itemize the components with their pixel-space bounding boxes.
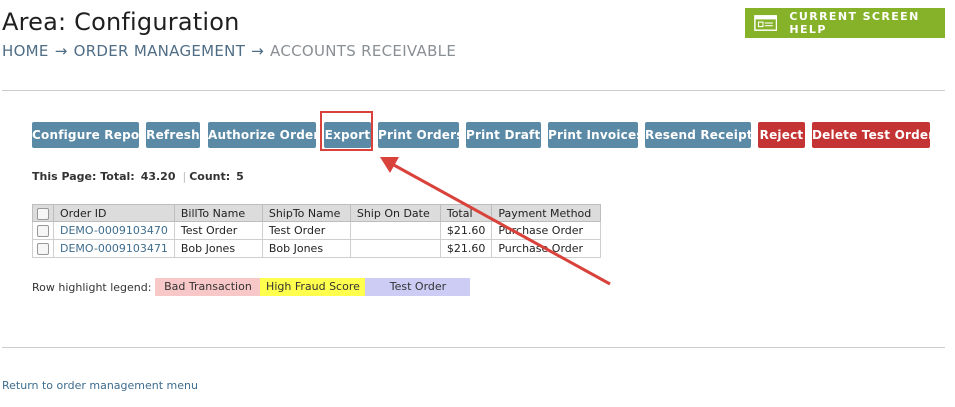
print-drafts-button[interactable]: Print Drafts: [466, 122, 548, 148]
row-checkbox[interactable]: [37, 243, 49, 255]
column-header[interactable]: BillTo Name: [173, 204, 263, 222]
bottom-divider: [2, 347, 945, 348]
payment-method-cell: Purchase Order: [491, 221, 602, 240]
delete-test-orders-button[interactable]: Delete Test Orders: [812, 122, 942, 148]
order-id-cell: DEMO-0009103471: [53, 239, 175, 258]
reject-button[interactable]: Reject: [758, 122, 805, 148]
legend-high-fraud-score: High Fraud Score: [260, 278, 366, 296]
count-label: Count:: [189, 170, 231, 183]
shipto-cell: Bob Jones: [261, 239, 351, 258]
breadcrumb-separator: →: [251, 42, 265, 60]
column-header[interactable]: Payment Method: [491, 204, 602, 222]
row-select-cell: [32, 239, 54, 258]
breadcrumb-order-management[interactable]: ORDER MANAGEMENT: [74, 42, 246, 60]
ship-on-date-cell: [349, 239, 441, 258]
legend-bad-transaction: Bad Transaction: [155, 278, 261, 296]
page-title: Area: Configuration: [2, 8, 240, 36]
order-id-link[interactable]: DEMO-0009103470: [60, 224, 168, 237]
current-screen-help-label: CURRENT SCREEN HELP: [789, 10, 920, 36]
orders-table: Order ID BillTo Name ShipTo Name Ship On…: [32, 204, 602, 258]
breadcrumb-separator: →: [54, 42, 68, 60]
page-summary: This Page: Total: 43.20 | Count: 5: [32, 170, 248, 183]
table-row: DEMO-0009103470 Test Order Test Order $2…: [32, 221, 602, 240]
breadcrumb-home[interactable]: HOME: [2, 42, 49, 60]
payment-method-cell: Purchase Order: [491, 239, 602, 258]
billto-cell: Bob Jones: [173, 239, 263, 258]
total-label: This Page: Total:: [32, 170, 135, 183]
shipto-cell: Test Order: [261, 221, 351, 240]
select-all-cell: [32, 204, 54, 222]
screen-help-icon: [754, 15, 778, 31]
summary-divider: |: [182, 170, 187, 183]
select-all-checkbox[interactable]: [37, 207, 49, 220]
print-invoices-button[interactable]: Print Invoices: [548, 122, 643, 148]
resend-receipts-button[interactable]: Resend Receipts: [645, 122, 760, 148]
row-highlight-legend: Row highlight legend: Bad Transaction Hi…: [32, 278, 471, 296]
row-select-cell: [32, 221, 54, 240]
breadcrumb-current: ACCOUNTS RECEIVABLE: [270, 42, 457, 60]
authorize-orders-button[interactable]: Authorize Orders: [208, 122, 327, 148]
refresh-button[interactable]: Refresh: [146, 122, 200, 148]
total-cell: $21.60: [439, 221, 493, 240]
billto-cell: Test Order: [173, 221, 263, 240]
column-header[interactable]: Order ID: [53, 204, 175, 222]
order-id-cell: DEMO-0009103470: [53, 221, 175, 240]
configure-report-button[interactable]: Configure Report: [32, 122, 151, 148]
return-to-order-management-link[interactable]: Return to order management menu: [2, 379, 198, 392]
order-id-link[interactable]: DEMO-0009103471: [60, 242, 168, 255]
column-header[interactable]: ShipTo Name: [261, 204, 351, 222]
legend-label: Row highlight legend:: [32, 280, 152, 294]
current-screen-help-button[interactable]: CURRENT SCREEN HELP: [745, 8, 945, 38]
print-orders-button[interactable]: Print Orders: [378, 122, 463, 148]
total-cell: $21.60: [439, 239, 493, 258]
total-value: 43.20: [140, 170, 176, 183]
count-value: 5: [236, 170, 244, 183]
top-divider: [2, 90, 945, 91]
row-checkbox[interactable]: [37, 225, 49, 237]
ship-on-date-cell: [349, 221, 441, 240]
legend-test-order: Test Order: [365, 278, 471, 296]
table-header-row: Order ID BillTo Name ShipTo Name Ship On…: [32, 204, 602, 222]
table-row: DEMO-0009103471 Bob Jones Bob Jones $21.…: [32, 239, 602, 258]
column-header[interactable]: Ship On Date: [349, 204, 441, 222]
export-highlight-box: [320, 111, 373, 151]
annotation-arrow-head: [380, 157, 399, 173]
column-header[interactable]: Total: [439, 204, 493, 222]
breadcrumb: HOME → ORDER MANAGEMENT → ACCOUNTS RECEIVABL…: [2, 42, 456, 60]
